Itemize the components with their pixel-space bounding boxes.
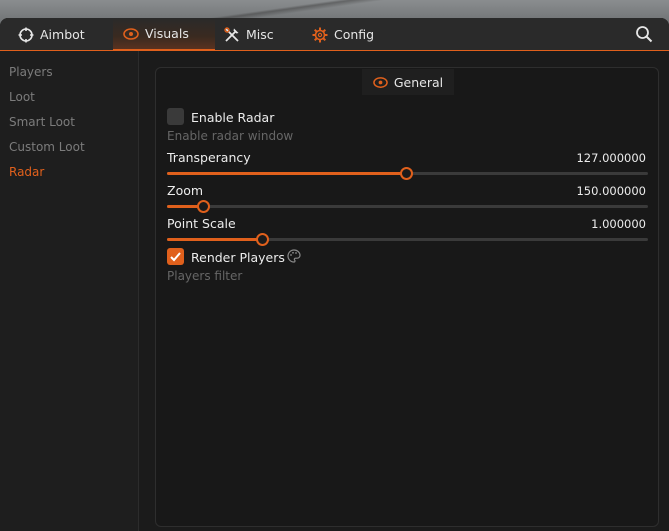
sidebar-item-custom-loot[interactable]: Custom Loot [9, 140, 85, 154]
transparency-label: Transperancy [167, 150, 251, 165]
slider-knob[interactable] [256, 233, 270, 246]
render-players-checkbox[interactable] [167, 248, 184, 265]
sidebar: Players Loot Smart Loot Custom Loot Rada… [0, 51, 139, 531]
crosshair-icon [18, 27, 34, 42]
zoom-label: Zoom [167, 183, 204, 198]
transparency-slider[interactable] [167, 167, 648, 180]
slider-knob[interactable] [196, 200, 210, 213]
eye-icon [123, 27, 139, 40]
general-panel: General Enable Radar Enable radar window… [155, 67, 659, 527]
tab-bar: Aimbot Visuals Misc Config [0, 18, 669, 51]
tools-icon [224, 26, 239, 42]
tab-aimbot[interactable]: Aimbot [10, 18, 106, 51]
render-players-label: Render Players [191, 250, 285, 265]
tab-misc[interactable]: Misc [222, 18, 302, 51]
tab-aimbot-label: Aimbot [40, 27, 85, 42]
enable-radar-checkbox[interactable] [167, 108, 184, 125]
players-filter-link[interactable]: Players filter [167, 269, 242, 283]
sidebar-item-loot[interactable]: Loot [9, 90, 35, 104]
tab-config[interactable]: Config [310, 18, 400, 51]
tab-config-label: Config [334, 27, 375, 42]
slider-knob[interactable] [400, 167, 414, 180]
sidebar-item-players[interactable]: Players [9, 65, 53, 79]
checkmark-icon [170, 252, 181, 262]
search-icon[interactable] [635, 25, 653, 43]
enable-radar-hint: Enable radar window [167, 129, 294, 143]
sidebar-item-smart-loot[interactable]: Smart Loot [9, 115, 75, 129]
enable-radar-label: Enable Radar [191, 110, 275, 125]
point-scale-slider[interactable] [167, 233, 648, 246]
panel-title: General [393, 74, 444, 90]
zoom-slider[interactable] [167, 200, 648, 213]
eye-icon [373, 76, 388, 88]
sidebar-item-radar[interactable]: Radar [9, 165, 44, 179]
palette-icon[interactable] [287, 249, 301, 263]
point-scale-label: Point Scale [167, 216, 236, 231]
tab-visuals[interactable]: Visuals [113, 18, 215, 51]
gear-icon [312, 27, 328, 42]
panel-header: General [362, 69, 454, 95]
tab-visuals-label: Visuals [145, 26, 189, 41]
menu-window: Aimbot Visuals Misc Config Players Loot … [0, 18, 669, 531]
transparency-value: 127.000000 [576, 151, 646, 165]
tab-misc-label: Misc [246, 27, 274, 42]
point-scale-value: 1.000000 [591, 217, 646, 231]
zoom-value: 150.000000 [576, 184, 646, 198]
